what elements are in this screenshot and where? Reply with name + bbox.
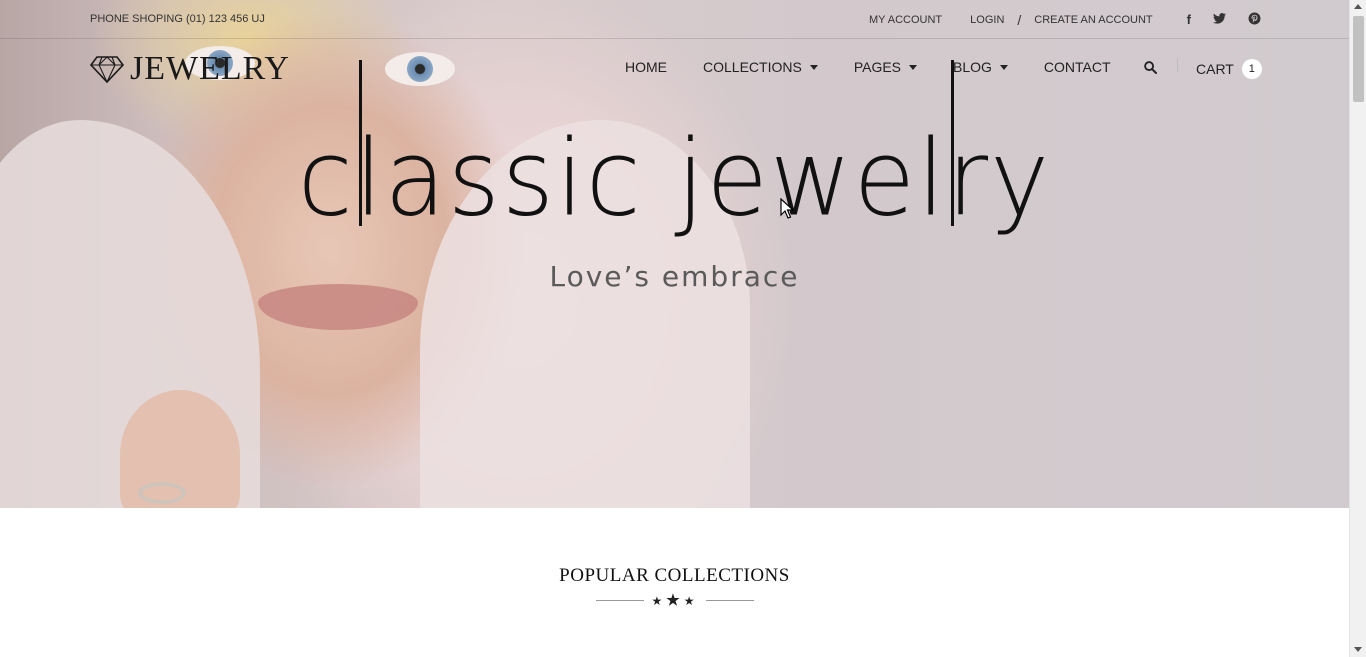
top-bar: PHONE SHOPING (01) 123 456 UJ MY ACCOUNT… bbox=[0, 0, 1349, 39]
social-links: f bbox=[1187, 12, 1261, 28]
caret-down-icon bbox=[909, 64, 918, 70]
link-separator: / bbox=[1017, 12, 1022, 28]
nav-item-label: HOME bbox=[625, 59, 667, 75]
nav-item-contact[interactable]: CONTACT bbox=[1044, 59, 1111, 75]
caret-down-icon bbox=[809, 64, 818, 70]
nav-item-collections[interactable]: COLLECTIONS bbox=[703, 59, 818, 75]
hero-headline: classic jewelry bbox=[297, 117, 1052, 240]
scroll-down-arrow-icon[interactable] bbox=[1354, 647, 1362, 652]
page: PHONE SHOPING (01) 123 456 UJ MY ACCOUNT… bbox=[0, 0, 1349, 657]
nav-item-label: BLOG bbox=[953, 59, 992, 75]
cart-label: CART bbox=[1196, 61, 1234, 77]
hero-subheading: Love’s embrace bbox=[549, 260, 800, 293]
cart-button[interactable]: CART 1 bbox=[1196, 59, 1262, 79]
section-title: POPULAR COLLECTIONS bbox=[559, 565, 790, 586]
nav-item-home[interactable]: HOME bbox=[625, 59, 667, 75]
account-links: MY ACCOUNT LOGIN / CREATE AN ACCOUNT f bbox=[869, 12, 1261, 28]
phone-info: PHONE SHOPING (01) 123 456 UJ bbox=[90, 13, 265, 25]
facebook-icon[interactable]: f bbox=[1187, 12, 1191, 28]
nav-item-label: COLLECTIONS bbox=[703, 59, 802, 75]
diamond-icon bbox=[90, 56, 124, 83]
vertical-scrollbar[interactable] bbox=[1349, 0, 1366, 657]
hero-image-eye bbox=[385, 52, 455, 86]
cart-count-badge: 1 bbox=[1241, 59, 1262, 79]
nav-divider bbox=[1177, 58, 1178, 72]
divider-line bbox=[595, 599, 644, 601]
caret-down-icon bbox=[999, 64, 1008, 70]
twitter-icon[interactable] bbox=[1213, 12, 1226, 28]
mouse-cursor-icon bbox=[780, 197, 795, 225]
scroll-up-arrow-icon[interactable] bbox=[1354, 4, 1362, 9]
main-nav: HOME COLLECTIONS PAGES BLOG CONTACT bbox=[625, 59, 1147, 75]
nav-item-pages[interactable]: PAGES bbox=[853, 59, 918, 75]
headline-l-stroke bbox=[359, 60, 362, 226]
scrollbar-thumb[interactable] bbox=[1353, 16, 1364, 102]
nav-item-blog[interactable]: BLOG bbox=[953, 59, 1008, 75]
nav-item-label: PAGES bbox=[853, 59, 902, 75]
headline-l-stroke bbox=[951, 60, 954, 226]
divider-line bbox=[706, 599, 755, 601]
section-divider: ★★★ bbox=[595, 592, 755, 609]
hero-banner[interactable]: PHONE SHOPING (01) 123 456 UJ MY ACCOUNT… bbox=[0, 0, 1349, 508]
nav-item-label: CONTACT bbox=[1043, 59, 1111, 75]
search-icon[interactable] bbox=[1144, 61, 1158, 79]
create-account-link[interactable]: CREATE AN ACCOUNT bbox=[1034, 14, 1152, 26]
hero-image-ring bbox=[138, 482, 186, 504]
login-link[interactable]: LOGIN bbox=[970, 14, 1004, 26]
logo-text: JEWELRY bbox=[130, 50, 290, 87]
site-logo[interactable]: JEWELRY bbox=[90, 50, 290, 88]
stars-icon: ★★★ bbox=[651, 592, 699, 609]
pinterest-icon[interactable] bbox=[1248, 12, 1261, 28]
my-account-link[interactable]: MY ACCOUNT bbox=[869, 14, 942, 26]
